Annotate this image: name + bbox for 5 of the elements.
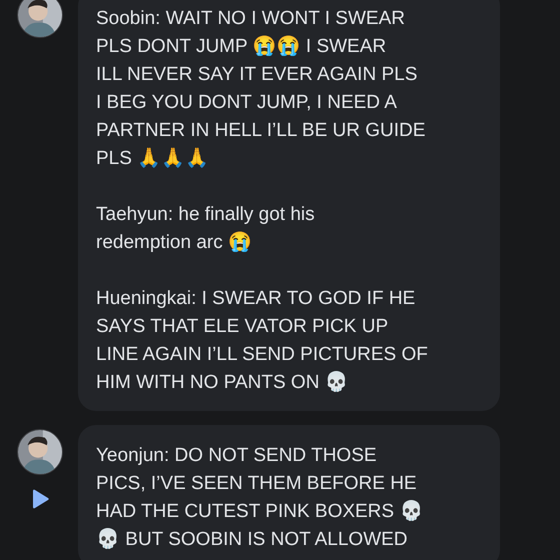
message-text: Yeonjun: DO NOT SEND THOSE PICS, I’VE SEEN THEM BEFORE HE HAD THE CUTEST PINK BOXERS 💀 💀 BUT SOOBIN IS NOT ALLOWED — [96, 444, 424, 552]
message-text: Hueningkai: I SWEAR TO GOD IF HE SAYS THAT ELE VATOR PICK UP LINE AGAIN I’LL SEND PICTURES OF HIM WITH NO PANTS ON 💀 — [96, 287, 429, 395]
message-text: Taehyun: he finally got his redemption arc 😭 — [96, 203, 316, 255]
message-text: Soobin: WAIT NO I WONT I SWEAR PLS DONT JUMP 😭😭 I SWEAR ILL NEVER SAY IT EVER AGAIN PLS I BEG YOU DONT JUMP, I NEED A PARTNER IN HELL I’LL BE UR GUIDE PLS 🙏🙏🙏 — [96, 7, 426, 171]
play-icon[interactable] — [30, 489, 50, 509]
